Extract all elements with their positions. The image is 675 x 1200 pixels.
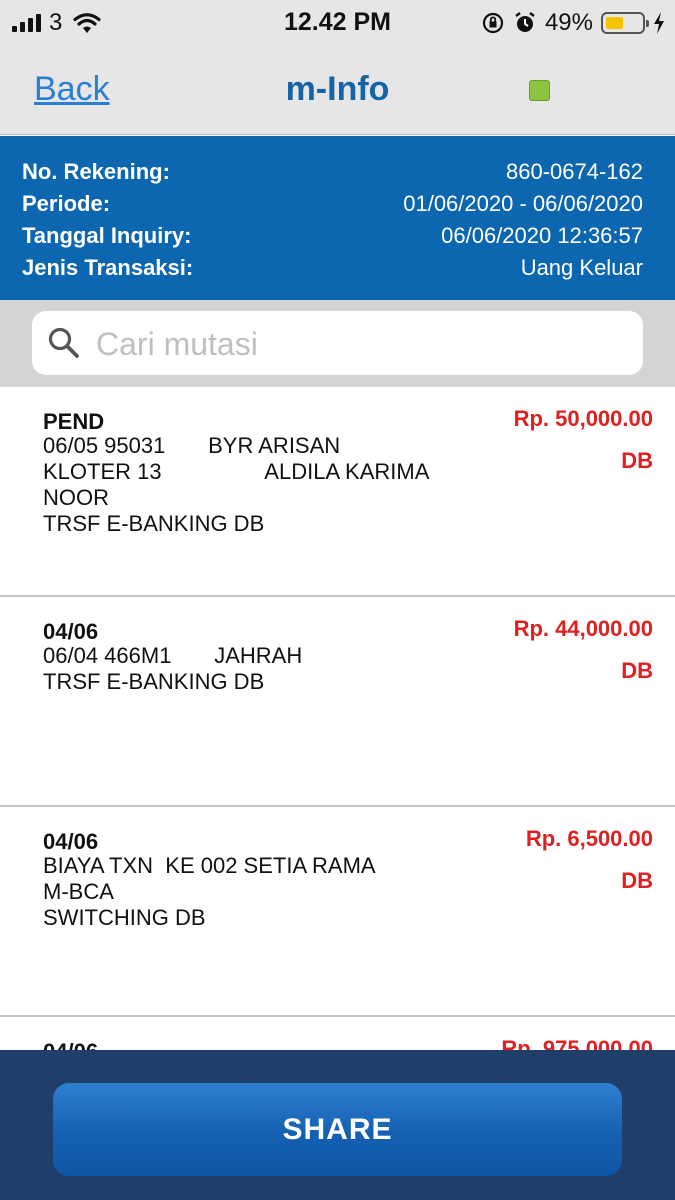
battery-level (606, 17, 623, 29)
transaction-item[interactable]: PEND 06/05 95031 BYR ARISAN KLOTER 13 AL… (0, 387, 675, 597)
transaction-amount: Rp. 44,000.00 (513, 616, 653, 641)
charging-icon (654, 12, 664, 34)
transaction-amount: Rp. 6,500.00 (525, 826, 653, 851)
info-row-inquiry-date: Tanggal Inquiry: 06/06/2020 12:36:57 (22, 223, 643, 255)
transaction-item[interactable]: 04/06 BIAYA TXN KE 002 SETIA RAMA M-BCA … (0, 807, 675, 1017)
transaction-amount: Rp. 975,000.00 (501, 1036, 653, 1050)
transaction-description: 06/05 95031 BYR ARISAN KLOTER 13 ALDILA … (43, 433, 430, 536)
transaction-type: DB (621, 448, 653, 473)
transaction-item[interactable]: 04/06 06/04 466M1 JAHRAH TRSF E-BANKING … (0, 597, 675, 807)
info-value: 06/06/2020 12:36:57 (441, 223, 643, 248)
transaction-date: PEND (43, 409, 105, 434)
search-bar (0, 300, 675, 387)
info-label: No. Rekening: (22, 159, 170, 184)
transaction-date: 04/06 (43, 829, 99, 854)
info-label: Periode: (22, 191, 111, 216)
info-row-period: Periode: 01/06/2020 - 06/06/2020 (22, 191, 643, 223)
share-button[interactable]: SHARE (53, 1083, 622, 1176)
account-info-panel: No. Rekening: 860-0674-162 Periode: 01/0… (0, 136, 675, 300)
info-row-transaction-type: Jenis Transaksi: Uang Keluar (22, 255, 643, 287)
info-value: 860-0674-162 (505, 159, 643, 184)
info-value: 01/06/2020 - 06/06/2020 (403, 191, 643, 216)
page-title: m-Info (285, 70, 390, 108)
info-label: Tanggal Inquiry: (22, 223, 192, 248)
battery-percent: 49% (544, 9, 593, 36)
transaction-amount: Rp. 50,000.00 (513, 406, 653, 431)
orientation-lock-icon (482, 12, 504, 34)
info-row-account-number: No. Rekening: 860-0674-162 (22, 159, 643, 191)
transaction-description: BIAYA TXN KE 002 SETIA RAMA M-BCA SWITCH… (43, 853, 376, 930)
status-bar: 3 12.42 PM 49% (0, 0, 675, 46)
transaction-description: 06/04 466M1 JAHRAH TRSF E-BANKING DB (43, 643, 303, 694)
transaction-item[interactable]: 04/06 Rp. 975,000.00 DB (0, 1017, 675, 1050)
battery-icon (601, 12, 649, 34)
bottom-bar: SHARE (0, 1050, 675, 1200)
transaction-date: 04/06 (43, 619, 99, 644)
transaction-type: DB (621, 868, 653, 893)
transaction-list[interactable]: PEND 06/05 95031 BYR ARISAN KLOTER 13 AL… (0, 387, 675, 1050)
search-icon (48, 327, 79, 358)
info-label: Jenis Transaksi: (22, 255, 194, 280)
search-box (32, 311, 643, 375)
connection-status-indicator (529, 80, 550, 101)
alarm-icon (515, 12, 535, 32)
transaction-type: DB (621, 658, 653, 683)
nav-bar: Back m-Info (0, 46, 675, 135)
status-right: 49% (481, 8, 665, 38)
transaction-date: 04/06 (43, 1039, 98, 1050)
search-input[interactable] (94, 321, 628, 367)
info-value: Uang Keluar (520, 255, 643, 280)
